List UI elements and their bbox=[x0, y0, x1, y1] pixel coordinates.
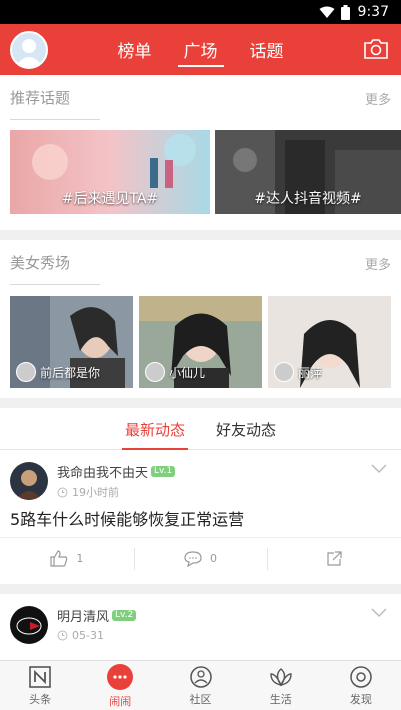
more-link[interactable]: 更多 bbox=[365, 254, 391, 273]
nav-label: 头条 bbox=[29, 692, 52, 706]
comment-button[interactable]: 0 bbox=[133, 538, 268, 579]
post-time: 19小时前 bbox=[57, 484, 119, 500]
feed-tabs: 最新动态 好友动态 bbox=[0, 408, 401, 450]
comment-count: 0 bbox=[210, 552, 217, 565]
post-time: 05-31 bbox=[57, 629, 104, 642]
post-card[interactable]: 我命由我不由天 Lv.1 19小时前 5路车什么时候能够恢复正常运营 1 0 bbox=[0, 450, 401, 584]
avatar-image bbox=[10, 462, 48, 500]
clock-icon bbox=[57, 487, 68, 497]
level-badge: Lv.2 bbox=[112, 610, 137, 621]
avatar bbox=[274, 362, 294, 382]
showcase-card[interactable]: 小仙儿 bbox=[139, 296, 262, 388]
default-avatar-icon bbox=[15, 39, 43, 67]
author-name[interactable]: 明月清风 bbox=[57, 606, 109, 625]
nav-item-news[interactable]: 头条 bbox=[0, 661, 80, 710]
avatar bbox=[16, 362, 36, 382]
author-name[interactable]: 我命由我不由天 bbox=[57, 462, 148, 481]
time-text: 19小时前 bbox=[72, 486, 119, 499]
nav-label: 社区 bbox=[189, 692, 212, 706]
section-underline bbox=[10, 284, 100, 285]
thumbs-up-icon bbox=[50, 550, 68, 567]
like-count: 1 bbox=[76, 552, 84, 565]
avatar[interactable] bbox=[10, 462, 48, 500]
level-badge: Lv.1 bbox=[151, 466, 176, 477]
nav-item-life[interactable]: 生活 bbox=[241, 661, 321, 710]
battery-icon bbox=[340, 4, 350, 20]
header-tabs: 榜单 广场 话题 bbox=[0, 24, 401, 75]
showcase-card[interactable]: 前后都是你 bbox=[10, 296, 133, 388]
tab-rankings[interactable]: 榜单 bbox=[114, 24, 156, 75]
section-title: 推荐话题 bbox=[10, 89, 71, 107]
more-link[interactable]: 更多 bbox=[365, 89, 391, 108]
topic-caption: #达人抖音视频# bbox=[254, 191, 362, 207]
bottom-nav: 头条 闹闹 社区 生活 发现 bbox=[0, 660, 401, 710]
post-author: 明月清风 Lv.2 bbox=[57, 606, 137, 625]
post-actions: 1 0 bbox=[0, 537, 401, 579]
showcase-name: 小仙儿 bbox=[169, 365, 206, 380]
chat-bubble-icon bbox=[107, 663, 134, 690]
nav-item-community[interactable]: 社区 bbox=[160, 661, 240, 710]
post-content: 5路车什么时候能够恢复正常运营 bbox=[10, 510, 245, 529]
top-header: 榜单 广场 话题 bbox=[0, 24, 401, 75]
status-time: 9:37 bbox=[357, 4, 389, 20]
wifi-icon bbox=[319, 6, 335, 18]
camera-icon[interactable] bbox=[363, 38, 389, 60]
topic-caption: #后来遇见TA# bbox=[61, 191, 159, 207]
status-bar: 9:37 bbox=[0, 0, 401, 24]
lotus-icon bbox=[270, 667, 292, 686]
news-icon bbox=[29, 665, 51, 688]
beauty-showcase-section: 美女秀场 更多 前后都是你 小仙儿 丽萍 bbox=[0, 240, 401, 398]
tab-square[interactable]: 广场 bbox=[177, 24, 224, 75]
avatar bbox=[145, 362, 165, 382]
topic-card[interactable]: #达人抖音视频# bbox=[215, 130, 401, 214]
showcase-tag: 前后都是你 bbox=[16, 362, 100, 382]
section-underline bbox=[10, 119, 100, 120]
post-author: 我命由我不由天 Lv.1 bbox=[57, 462, 176, 481]
nav-label: 发现 bbox=[349, 692, 372, 706]
time-text: 05-31 bbox=[72, 629, 104, 642]
share-button[interactable] bbox=[267, 538, 401, 579]
tab-friends[interactable]: 好友动态 bbox=[216, 408, 276, 450]
chevron-down-icon[interactable] bbox=[371, 464, 387, 474]
user-avatar[interactable] bbox=[10, 31, 48, 69]
like-button[interactable]: 1 bbox=[0, 538, 134, 579]
avatar-image bbox=[10, 606, 48, 644]
nav-label: 闹闹 bbox=[109, 694, 132, 708]
community-icon bbox=[189, 665, 212, 688]
clock-icon bbox=[57, 630, 68, 641]
chevron-down-icon[interactable] bbox=[371, 608, 387, 618]
status-icons bbox=[319, 4, 350, 20]
compass-icon bbox=[350, 665, 372, 688]
showcase-name: 前后都是你 bbox=[40, 365, 101, 380]
nav-label: 生活 bbox=[269, 692, 292, 706]
showcase-tag: 小仙儿 bbox=[145, 362, 205, 382]
recommended-topics-section: 推荐话题 更多 #后来遇见TA# #达人抖音视频# bbox=[0, 75, 401, 230]
nav-item-discover[interactable]: 发现 bbox=[321, 661, 401, 710]
post-card[interactable]: 明月清风 Lv.2 05-31 bbox=[0, 594, 401, 660]
tab-topics[interactable]: 话题 bbox=[246, 24, 288, 75]
avatar[interactable] bbox=[10, 606, 48, 644]
topic-card[interactable]: #后来遇见TA# bbox=[10, 130, 210, 214]
comment-icon bbox=[184, 550, 202, 567]
showcase-card[interactable]: 丽萍 bbox=[268, 296, 391, 388]
nav-item-chat[interactable]: 闹闹 bbox=[80, 661, 160, 710]
showcase-tag: 丽萍 bbox=[274, 362, 322, 382]
share-icon bbox=[327, 550, 342, 566]
tab-latest[interactable]: 最新动态 bbox=[121, 408, 189, 450]
section-title: 美女秀场 bbox=[10, 254, 71, 272]
showcase-name: 丽萍 bbox=[298, 365, 323, 380]
